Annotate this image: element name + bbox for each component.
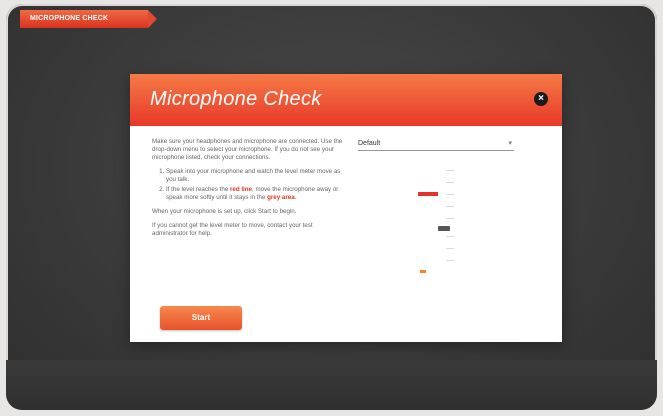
top-tab-label: MICROPHONE CHECK bbox=[30, 15, 109, 22]
meter-tick bbox=[446, 206, 454, 207]
meter-tick bbox=[446, 236, 454, 237]
instructions-step-1: Speak into your microphone and watch the… bbox=[166, 168, 348, 184]
instructions-step-2: If the level reaches the red line, move … bbox=[166, 186, 348, 202]
level-indicator-bar bbox=[418, 192, 438, 196]
level-slider-thumb[interactable] bbox=[438, 226, 450, 231]
top-tab: MICROPHONE CHECK bbox=[20, 10, 157, 28]
screen-footer-area bbox=[6, 360, 657, 410]
level-meter bbox=[418, 170, 486, 280]
dialog-header: Microphone Check × bbox=[130, 74, 562, 126]
close-button[interactable]: × bbox=[534, 92, 548, 106]
instructions-note-2: If you cannot get the level meter to mov… bbox=[152, 222, 313, 237]
instructions-note-1: When your microphone is set up, click St… bbox=[152, 208, 297, 215]
microphone-check-dialog: Microphone Check × Make sure your headph… bbox=[130, 74, 562, 342]
meter-tick bbox=[446, 260, 454, 261]
meter-tick bbox=[446, 248, 454, 249]
app-screen: MICROPHONE CHECK Microphone Check × Make… bbox=[6, 4, 657, 410]
min-level-marker bbox=[420, 270, 426, 273]
instructions-text: Make sure your headphones and microphone… bbox=[152, 138, 348, 244]
chevron-down-icon: ▾ bbox=[508, 140, 512, 147]
dialog-title: Microphone Check bbox=[150, 88, 322, 110]
meter-tick bbox=[446, 218, 454, 219]
microphone-select-value: Default bbox=[358, 140, 381, 147]
meter-tick bbox=[446, 194, 454, 195]
microphone-select[interactable]: Default ▾ bbox=[358, 138, 514, 151]
instructions-intro: Make sure your headphones and microphone… bbox=[152, 138, 343, 161]
meter-tick bbox=[446, 182, 454, 183]
start-button[interactable]: Start bbox=[160, 306, 242, 330]
meter-tick bbox=[446, 170, 454, 171]
instructions-steps: Speak into your microphone and watch the… bbox=[152, 168, 348, 202]
